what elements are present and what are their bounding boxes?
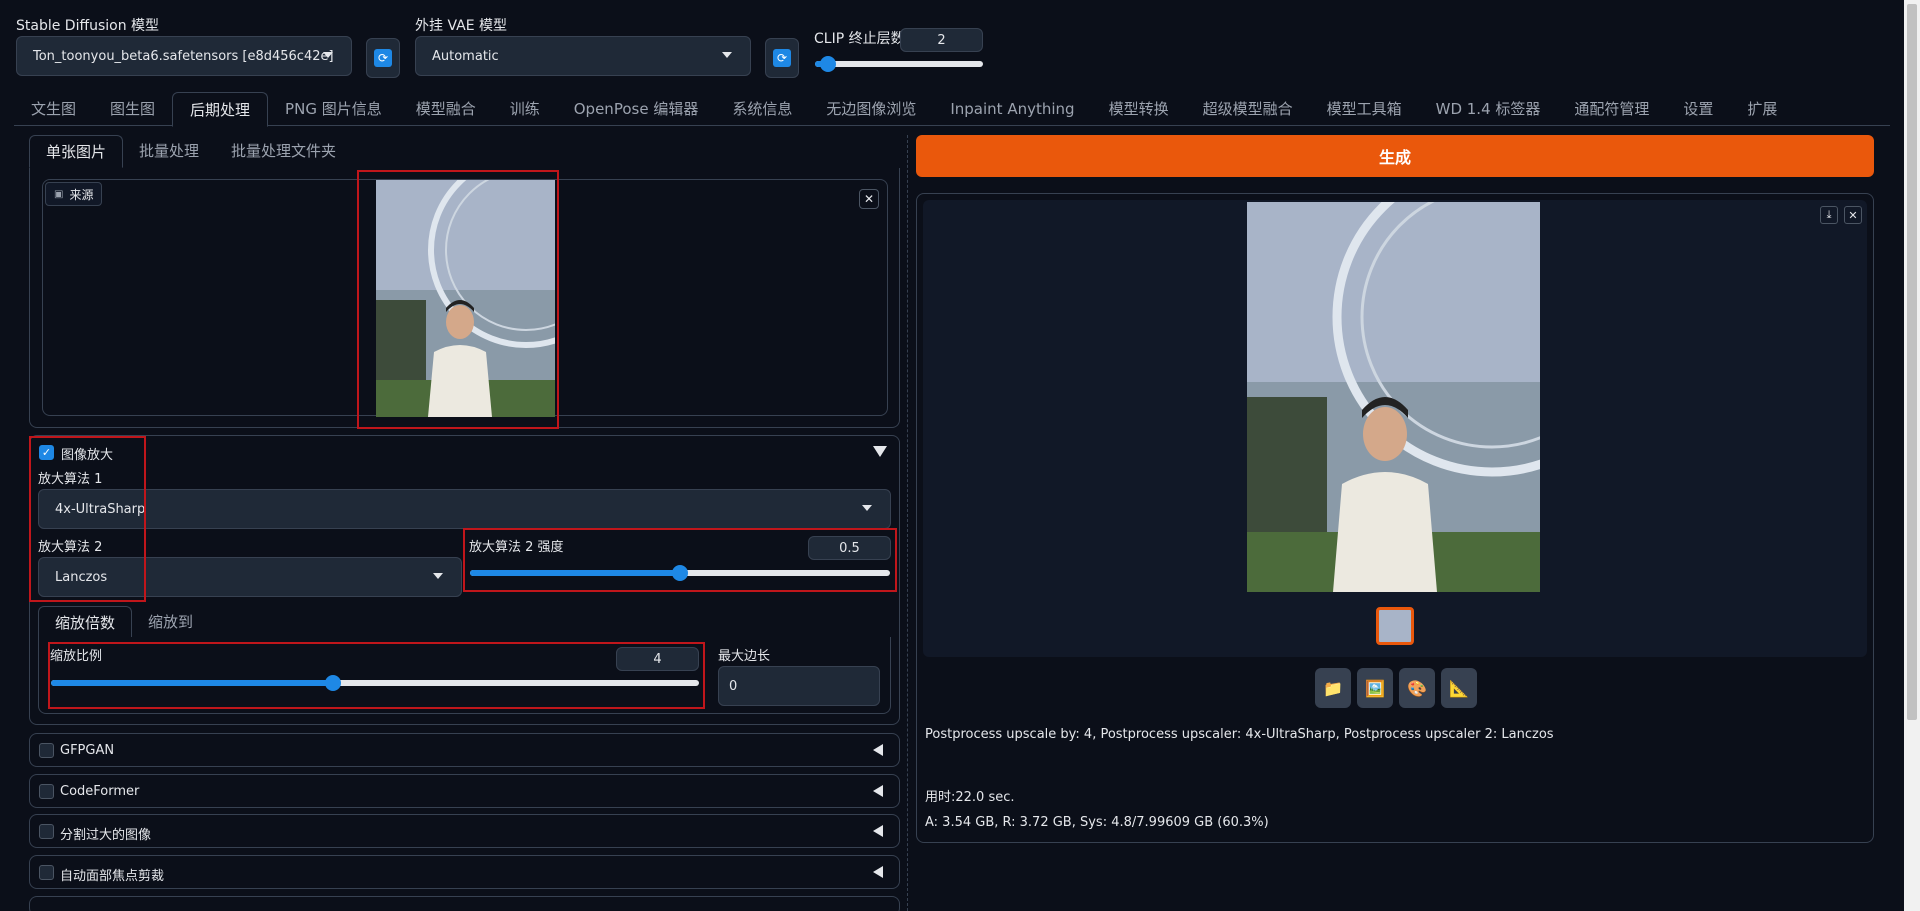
accordion-split-oversize-label: 分割过大的图像 bbox=[60, 828, 152, 843]
tab-1[interactable]: 图生图 bbox=[93, 92, 172, 126]
tab-3[interactable]: PNG 图片信息 bbox=[268, 92, 399, 126]
palette-icon: 🎨 bbox=[1407, 678, 1427, 698]
extras-subtabs: 单张图片 批量处理 批量处理文件夹 bbox=[29, 135, 900, 169]
tab-8[interactable]: 无边图像浏览 bbox=[809, 92, 933, 126]
clear-image-button[interactable]: ✕ bbox=[859, 189, 879, 209]
page-scrollbar[interactable] bbox=[1904, 0, 1920, 911]
highlight-scale bbox=[48, 642, 705, 709]
expand-arrow-icon bbox=[873, 825, 883, 837]
max-side-input[interactable]: 0 bbox=[718, 666, 880, 706]
sd-model-refresh-button[interactable]: ⟳ bbox=[366, 38, 400, 78]
output-photo-art bbox=[1247, 157, 1652, 592]
clip-skip-slider[interactable] bbox=[815, 56, 983, 72]
tab-12[interactable]: 模型工具箱 bbox=[1310, 92, 1419, 126]
close-gallery-button[interactable]: ✕ bbox=[1844, 206, 1862, 224]
vae-label: 外挂 VAE 模型 bbox=[415, 18, 508, 34]
codeformer-checkbox[interactable] bbox=[39, 784, 54, 799]
auto-focal-crop-checkbox[interactable] bbox=[39, 865, 54, 880]
vae-dropdown[interactable]: Automatic bbox=[415, 36, 751, 76]
image-icon: ▣ bbox=[54, 188, 64, 200]
refresh-icon: ⟳ bbox=[773, 49, 791, 67]
accordion-split-oversize[interactable]: 分割过大的图像 bbox=[29, 814, 900, 848]
folder-icon: 📁 bbox=[1323, 678, 1343, 698]
tab-7[interactable]: 系统信息 bbox=[715, 92, 809, 126]
expand-arrow-icon bbox=[873, 785, 883, 797]
main-tabs: 文生图 图生图 后期处理 PNG 图片信息 模型融合 训练 OpenPose 编辑器 系统信息… bbox=[14, 92, 1890, 127]
tab-11[interactable]: 超级模型融合 bbox=[1186, 92, 1310, 126]
expand-arrow-icon bbox=[873, 866, 883, 878]
open-folder-button[interactable]: 📁 bbox=[1315, 668, 1351, 708]
close-icon: ✕ bbox=[1848, 208, 1858, 222]
column-divider bbox=[907, 135, 908, 911]
collapse-triangle-icon[interactable] bbox=[873, 446, 887, 457]
tab-13[interactable]: WD 1.4 标签器 bbox=[1419, 92, 1558, 126]
vae-value: Automatic bbox=[432, 48, 499, 64]
accordion-partial-next bbox=[29, 896, 900, 911]
tab-6[interactable]: OpenPose 编辑器 bbox=[557, 92, 716, 126]
tab-4[interactable]: 模型融合 bbox=[399, 92, 493, 126]
clip-skip-input[interactable]: 2 bbox=[900, 28, 983, 52]
scrollbar-thumb[interactable] bbox=[1907, 4, 1917, 720]
time-taken: 用时:22.0 sec. bbox=[925, 790, 1015, 805]
tab-14[interactable]: 通配符管理 bbox=[1557, 92, 1666, 126]
output-panel: ⤓ ✕ 📁 🖼️ 🎨 📐 Postprocess upscale by: 4, … bbox=[916, 157, 1874, 843]
generation-info: Postprocess upscale by: 4, Postprocess u… bbox=[925, 727, 1554, 742]
download-icon: ⤓ bbox=[1826, 208, 1832, 221]
output-gallery bbox=[923, 157, 1867, 657]
vae-refresh-button[interactable]: ⟳ bbox=[765, 38, 799, 78]
gallery-thumbnail[interactable] bbox=[1376, 607, 1414, 645]
expand-arrow-icon bbox=[873, 744, 883, 756]
max-side-label: 最大边长 bbox=[718, 649, 771, 664]
tab-15[interactable]: 设置 bbox=[1666, 92, 1730, 126]
sd-model-dropdown[interactable]: Ton_toonyou_beta6.safetensors [e8d456c42… bbox=[16, 36, 352, 76]
accordion-codeformer-label: CodeFormer bbox=[60, 784, 140, 799]
highlight-upscalers bbox=[29, 436, 146, 602]
accordion-gfpgan[interactable]: GFPGAN bbox=[29, 733, 900, 767]
tab-0[interactable]: 文生图 bbox=[14, 92, 93, 126]
source-badge: ▣ 来源 bbox=[45, 182, 103, 206]
split-oversize-checkbox[interactable] bbox=[39, 824, 54, 839]
accordion-auto-focal-crop[interactable]: 自动面部焦点剪裁 bbox=[29, 855, 900, 889]
upscaler1-dropdown[interactable]: 4x-UltraSharp bbox=[38, 489, 891, 529]
subtab-0[interactable]: 单张图片 bbox=[29, 135, 124, 168]
sd-model-value: Ton_toonyou_beta6.safetensors [e8d456c42… bbox=[33, 48, 334, 64]
tab-9[interactable]: Inpaint Anything bbox=[933, 92, 1091, 126]
highlight-upscaler2-strength bbox=[463, 528, 897, 592]
clip-skip-label: CLIP 终止层数 bbox=[814, 31, 905, 47]
accordion-gfpgan-label: GFPGAN bbox=[60, 743, 115, 758]
memory-usage: A: 3.54 GB, R: 3.72 GB, Sys: 4.8/7.99609… bbox=[925, 815, 1269, 830]
tab-16[interactable]: 扩展 bbox=[1730, 92, 1794, 126]
refresh-icon: ⟳ bbox=[374, 49, 392, 67]
send-to-extras-button[interactable]: 📐 bbox=[1441, 668, 1477, 708]
tab-5[interactable]: 训练 bbox=[493, 92, 557, 126]
source-label: 来源 bbox=[69, 187, 94, 202]
generate-button[interactable]: 生成 bbox=[916, 135, 1874, 177]
output-photo[interactable] bbox=[1247, 157, 1652, 592]
subtab-2[interactable]: 批量处理文件夹 bbox=[215, 135, 352, 167]
accordion-auto-focal-crop-label: 自动面部焦点剪裁 bbox=[60, 869, 165, 884]
chevron-down-icon bbox=[862, 505, 872, 511]
tab-2[interactable]: 后期处理 bbox=[172, 92, 269, 127]
highlight-source-image bbox=[357, 170, 559, 429]
send-to-img2img-button[interactable]: 🖼️ bbox=[1357, 668, 1393, 708]
send-to-inpaint-button[interactable]: 🎨 bbox=[1399, 668, 1435, 708]
gfpgan-checkbox[interactable] bbox=[39, 743, 54, 758]
resize-tab-0[interactable]: 缩放倍数 bbox=[38, 606, 133, 639]
resize-tabs: 缩放倍数 缩放到 bbox=[38, 606, 891, 639]
download-button[interactable]: ⤓ bbox=[1820, 206, 1838, 224]
resize-tab-1[interactable]: 缩放到 bbox=[132, 606, 209, 638]
chevron-down-icon bbox=[433, 573, 443, 579]
accordion-codeformer[interactable]: CodeFormer bbox=[29, 774, 900, 808]
subtab-1[interactable]: 批量处理 bbox=[123, 135, 215, 167]
ruler-icon: 📐 bbox=[1449, 678, 1469, 698]
sd-model-label: Stable Diffusion 模型 bbox=[16, 18, 160, 34]
clip-skip-slider-knob[interactable] bbox=[820, 56, 837, 72]
close-icon: ✕ bbox=[863, 192, 875, 206]
chevron-down-icon bbox=[323, 52, 333, 58]
image-icon: 🖼️ bbox=[1365, 678, 1385, 698]
tab-10[interactable]: 模型转换 bbox=[1092, 92, 1186, 126]
chevron-down-icon bbox=[722, 52, 732, 58]
